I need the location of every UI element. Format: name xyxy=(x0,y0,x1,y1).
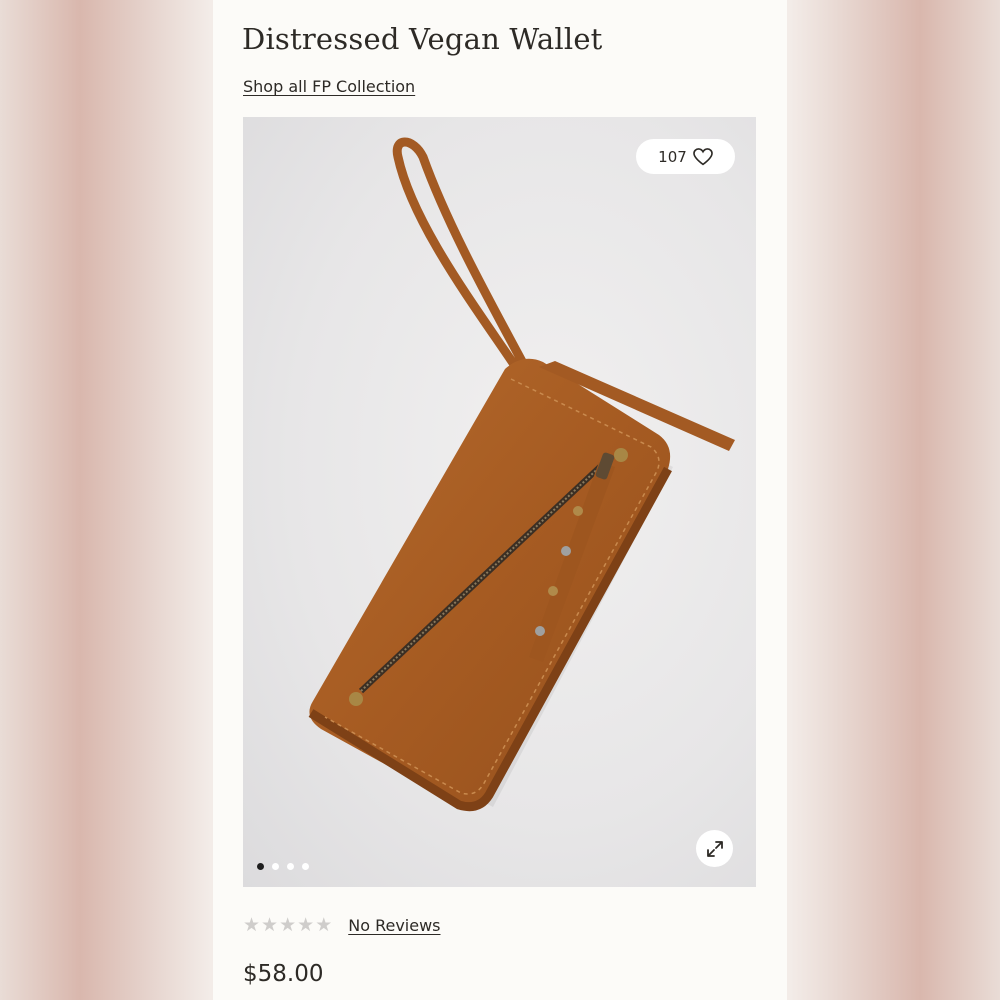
heart-icon xyxy=(692,147,713,165)
rating-row: ★ ★ ★ ★ ★ No Reviews xyxy=(243,916,441,936)
star-icon: ★ xyxy=(261,914,279,936)
shop-collection-link[interactable]: Shop all FP Collection xyxy=(243,77,415,96)
star-icon: ★ xyxy=(279,914,297,936)
gallery-dot-3[interactable] xyxy=(287,863,294,870)
gallery-dot-1[interactable] xyxy=(257,863,264,870)
star-icon: ★ xyxy=(243,914,261,936)
expand-icon xyxy=(706,840,723,857)
product-title: Distressed Vegan Wallet xyxy=(242,22,603,56)
product-image xyxy=(308,137,735,812)
gallery-dots xyxy=(257,863,309,870)
reviews-link[interactable]: No Reviews xyxy=(348,916,440,935)
like-count: 107 xyxy=(658,147,687,166)
star-icon: ★ xyxy=(297,914,315,936)
like-button[interactable]: 107 xyxy=(636,139,735,174)
star-icon: ★ xyxy=(315,914,333,936)
expand-image-button[interactable] xyxy=(696,830,733,867)
star-rating: ★ ★ ★ ★ ★ xyxy=(243,916,332,935)
gallery-dot-2[interactable] xyxy=(272,863,279,870)
product-gallery[interactable]: 107 xyxy=(243,117,756,887)
product-price: $58.00 xyxy=(243,961,324,987)
gallery-dot-4[interactable] xyxy=(302,863,309,870)
